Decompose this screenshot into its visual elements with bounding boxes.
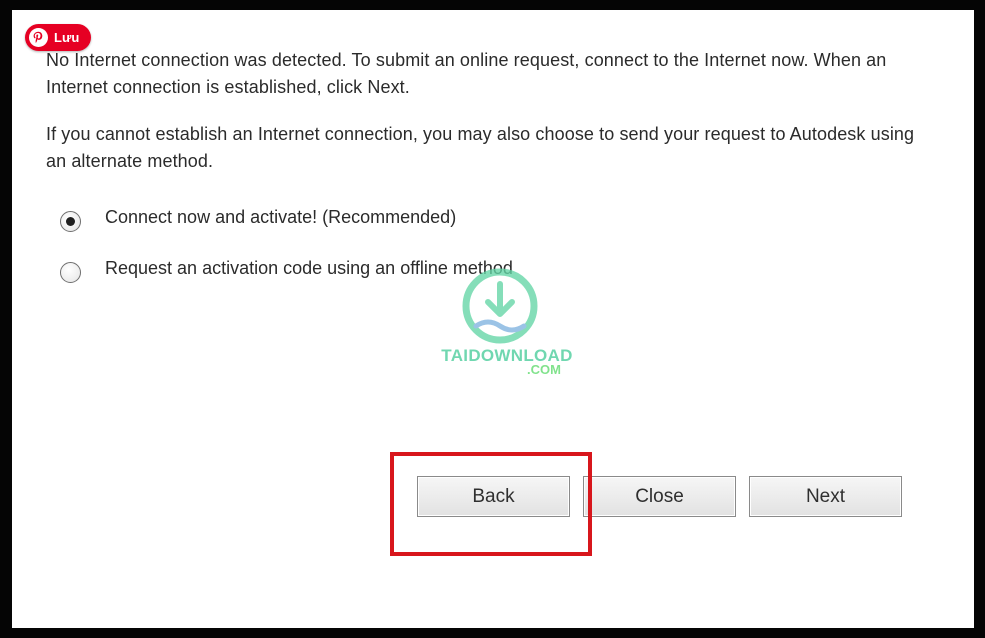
back-button[interactable]: Back [417, 476, 570, 517]
pinterest-save-label: Lưu [54, 30, 80, 45]
pinterest-p-glyph [33, 31, 43, 43]
pinterest-save-button[interactable]: Lưu [25, 24, 92, 51]
offline-request-label: Request an activation code using an offl… [105, 258, 513, 278]
no-connection-message: No Internet connection was detected. To … [46, 50, 887, 97]
option-offline-request[interactable]: Request an activation code using an offl… [60, 254, 513, 283]
next-button[interactable]: Next [749, 476, 902, 517]
screenshot-frame: No Internet connection was detected. To … [0, 0, 985, 638]
connect-now-radio[interactable] [60, 211, 81, 232]
activation-dialog: No Internet connection was detected. To … [12, 10, 974, 628]
offline-request-radio[interactable] [60, 262, 81, 283]
watermark-domain: .COM [527, 362, 561, 377]
taidownload-watermark: TAIDOWNLOAD .COM [432, 268, 592, 383]
alternate-method-message: If you cannot establish an Internet conn… [46, 124, 915, 171]
close-button[interactable]: Close [583, 476, 736, 517]
connect-now-label: Connect now and activate! (Recommended) [105, 207, 457, 227]
watermark-text: TAIDOWNLOAD [441, 346, 573, 365]
option-connect-now[interactable]: Connect now and activate! (Recommended) [60, 203, 456, 232]
pinterest-icon [29, 28, 48, 47]
